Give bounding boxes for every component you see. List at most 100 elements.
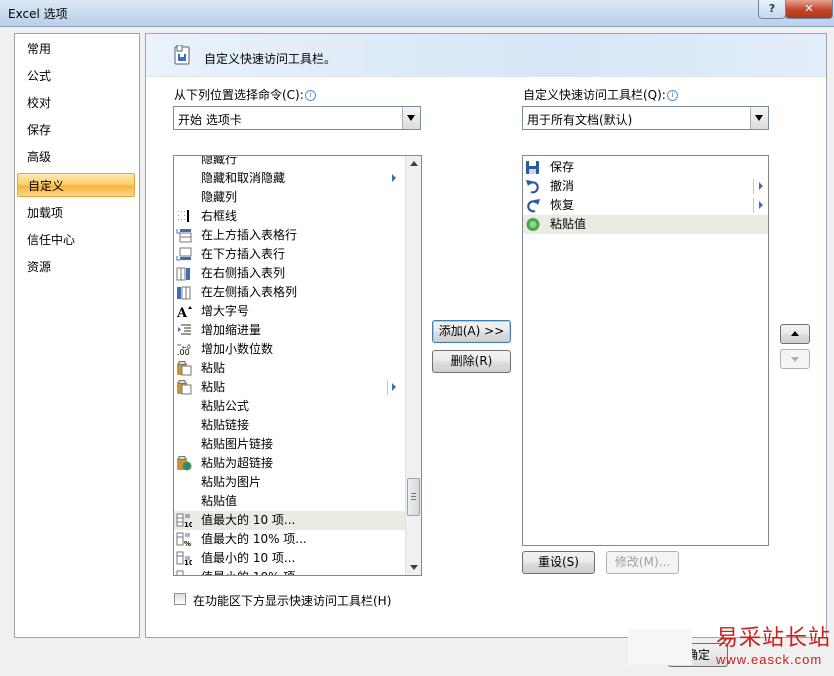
command-item[interactable]: 在下方插入表行 [174,245,405,264]
command-label: 粘贴为图片 [201,475,262,489]
increase-decimal-icon: .00 ←0 [176,342,192,357]
command-item[interactable]: 粘贴 [174,359,405,378]
nav-item-customize[interactable]: 自定义 [17,173,135,197]
nav-item-save[interactable]: 保存 [17,118,135,142]
command-item[interactable]: 粘贴公式 [174,397,405,416]
split-separator [387,380,388,395]
command-item[interactable]: 隐藏和取消隐藏 [174,169,405,188]
command-label: 粘贴链接 [201,418,250,432]
command-item[interactable]: 粘贴图片链接 [174,435,405,454]
paste-hyperlink-icon [176,456,192,471]
dropdown-arrow-icon[interactable] [750,107,768,129]
command-label: 粘贴公式 [201,399,250,413]
modify-button[interactable]: 修改(M)... [606,551,679,574]
command-label: 粘贴值 [201,494,238,508]
nav-item-proofing[interactable]: 校对 [17,91,135,115]
right-border-icon [176,209,192,224]
command-item[interactable]: % 值最小的 10% 项... [174,568,405,575]
svg-text:%: % [184,540,191,547]
customize-toolbar-label: 自定义快速访问工具栏(Q): i [523,86,678,103]
nav-item-advanced[interactable]: 高级 [17,145,135,169]
command-item[interactable]: 粘贴值 [174,492,405,511]
nav-item-addins[interactable]: 加载项 [17,201,135,225]
toolbar-item[interactable]: 保存 [523,158,768,177]
command-item[interactable]: 右框线 [174,207,405,226]
svg-text:10: 10 [184,559,192,566]
window-title: Excel 选项 [8,7,68,21]
show-below-ribbon-checkbox[interactable] [174,593,186,605]
info-icon: i [666,90,678,101]
command-label: 在下方插入表行 [201,247,286,261]
paste-icon [176,361,192,376]
insert-row-above-icon [176,228,192,243]
command-item[interactable]: 在上方插入表格行 [174,226,405,245]
arrow-down-icon [791,357,799,362]
nav-item-resources[interactable]: 资源 [17,255,135,279]
bottom10-percent-icon: % [176,570,192,575]
command-item[interactable]: 粘贴为图片 [174,473,405,492]
command-item[interactable]: 隐藏列 [174,188,405,207]
command-label: 隐藏行 [201,155,238,166]
svg-text:10: 10 [184,521,192,528]
command-item[interactable]: 粘贴为超链接 [174,454,405,473]
toolbar-item[interactable]: 恢复 [523,196,768,215]
command-item[interactable]: 10 值最小的 10 项... [174,549,405,568]
info-icon: i [304,90,316,101]
command-item[interactable]: 增加缩进量 [174,321,405,340]
command-label: 在右侧插入表列 [201,266,286,280]
paste-icon [176,380,192,395]
choose-commands-label: 从下列位置选择命令(C): i [174,86,316,103]
commands-scrollbar[interactable] [405,156,421,575]
nav-item-formulas[interactable]: 公式 [17,64,135,88]
command-item[interactable]: A 增大字号 [174,302,405,321]
command-item[interactable]: % 值最大的 10% 项... [174,530,405,549]
dropdown-arrow-icon[interactable] [402,107,420,129]
add-button[interactable]: 添加(A) >> [432,320,511,343]
command-label: 粘贴为超链接 [201,456,274,470]
command-label: 粘贴图片链接 [201,437,274,451]
none-icon [176,190,192,205]
command-item[interactable]: 在左侧插入表格列 [174,283,405,302]
choose-commands-select[interactable]: 开始 选项卡 [173,106,421,130]
svg-text:A: A [176,306,188,319]
insert-col-left-icon [176,285,192,300]
toolbar-item[interactable]: 撤消 [523,177,768,196]
content-panel: 自定义快速访问工具栏。 从下列位置选择命令(C): i 开始 选项卡 隐藏行隐藏和… [145,33,827,638]
none-icon [176,418,192,433]
close-button[interactable]: ✕ [785,0,833,19]
command-item[interactable]: 隐藏行 [174,155,405,169]
help-button[interactable]: ? [758,0,786,19]
toolbar-item[interactable]: 粘贴值 [523,215,768,234]
move-down-button[interactable] [780,349,810,369]
section-header: 自定义快速访问工具栏。 [146,34,826,77]
command-label: 值最大的 10 项... [201,513,296,527]
watermark-url: www.easck.com [716,652,823,667]
toolbar-scope-select[interactable]: 用于所有文档(默认) [522,106,769,130]
command-item[interactable]: .00 ←0 增加小数位数 [174,340,405,359]
nav-item-trust-center[interactable]: 信任中心 [17,228,135,252]
command-item[interactable]: 粘贴 [174,378,405,397]
insert-col-right-icon [176,266,192,281]
bottom10-icon: 10 [176,551,194,567]
toolbar-items-list[interactable]: 保存 撤消 恢复粘贴值 [522,155,769,546]
reset-button[interactable]: 重设(S) [522,551,595,574]
none-icon [176,437,192,452]
command-label: 增大字号 [201,304,250,318]
scroll-up-arrow-icon[interactable] [406,156,421,172]
nav-item-general[interactable]: 常用 [17,37,135,61]
command-item[interactable]: 10 值最大的 10 项... [174,511,405,530]
increase-indent-icon [176,323,192,338]
remove-button[interactable]: 删除(R) [432,350,511,373]
toolbar-item-label: 粘贴值 [550,217,587,231]
commands-list[interactable]: 隐藏行隐藏和取消隐藏 隐藏列 右框线 在上方插入表格行在下方插入表行 在右侧插入表列在左… [173,155,422,576]
scroll-down-arrow-icon[interactable] [406,559,421,575]
move-up-button[interactable] [780,324,810,344]
none-icon [176,171,192,186]
command-label: 粘贴 [201,361,226,375]
command-item[interactable]: 在右侧插入表列 [174,264,405,283]
scroll-thumb[interactable] [407,478,420,516]
cover-patch [628,629,692,665]
paste-values-icon [525,217,541,232]
options-nav: 常用 公式 校对 保存 高级 自定义 加载项 信任中心 资源 [14,33,140,638]
command-item[interactable]: 粘贴链接 [174,416,405,435]
